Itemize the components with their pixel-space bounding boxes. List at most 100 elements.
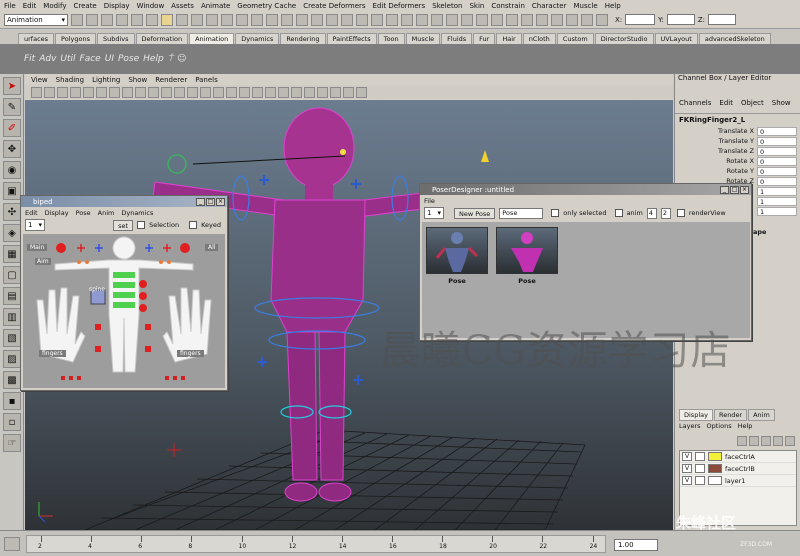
viewport-tool-icon[interactable]	[330, 86, 341, 98]
menu-display[interactable]: Display	[104, 2, 130, 10]
new-layer-icon[interactable]	[737, 436, 747, 446]
menu-window[interactable]: Window	[137, 2, 165, 10]
spine-label[interactable]: spine	[89, 286, 105, 293]
viewport-tool-icon[interactable]	[252, 86, 263, 98]
layer-row[interactable]: VfaceCtrlB	[680, 463, 796, 475]
menu-constrain[interactable]: Constrain	[491, 2, 525, 10]
layer-row[interactable]: Vlayer1	[680, 475, 796, 487]
select-component-icon[interactable]	[146, 13, 158, 26]
shelf-button-adv[interactable]: Adv	[39, 54, 56, 64]
menu-assets[interactable]: Assets	[171, 2, 194, 10]
tab-toon[interactable]: Toon	[377, 33, 405, 44]
snap-point-icon[interactable]	[296, 13, 308, 26]
viewport-tool-icon[interactable]	[148, 86, 159, 98]
menu-animate[interactable]: Animate	[201, 2, 230, 10]
biped-menu-anim[interactable]: Anim	[98, 209, 115, 217]
universal-manipulator-icon[interactable]: ✣	[3, 203, 21, 221]
layer-move-up-icon[interactable]	[761, 436, 771, 446]
tab-urfaces[interactable]: urfaces	[18, 33, 55, 44]
attribute-value[interactable]: 0	[757, 146, 797, 156]
soft-mod-icon[interactable]: ◈	[3, 224, 21, 242]
tab-rendering[interactable]: Rendering	[280, 33, 326, 44]
pose-thumbnail[interactable]	[426, 227, 488, 274]
tab-directorstudio[interactable]: DirectorStudio	[594, 33, 654, 44]
tab-advancedskeleton[interactable]: advancedSkeleton	[698, 33, 771, 44]
channel-menu-show[interactable]: Show	[772, 99, 791, 110]
channel-menu-object[interactable]: Object	[741, 99, 764, 110]
render-frame-icon[interactable]	[356, 13, 368, 26]
mask-curves-icon[interactable]	[176, 13, 188, 26]
face-icon[interactable]: ☺	[177, 54, 186, 64]
biped-title-bar[interactable]: biped _ □ ×	[21, 196, 227, 207]
mask-dynamics-icon[interactable]	[221, 13, 233, 26]
viewport-tool-icon[interactable]	[57, 86, 68, 98]
menu-help[interactable]: Help	[605, 2, 621, 10]
menu-muscle[interactable]: Muscle	[573, 2, 597, 10]
tab-deformation[interactable]: Deformation	[135, 33, 189, 44]
timeline-track[interactable]: 2 4 6 8 10 12 14 16 18 20 22 24	[26, 535, 606, 553]
viewport-tool-icon[interactable]	[213, 86, 224, 98]
viewport-tool-icon[interactable]	[304, 86, 315, 98]
shelf-button-face[interactable]: Face	[80, 54, 101, 64]
menu-modify[interactable]: Modify	[43, 2, 66, 10]
viewport-tool-icon[interactable]	[96, 86, 107, 98]
biped-menu-display[interactable]: Display	[45, 209, 69, 217]
maximize-icon[interactable]: □	[206, 197, 215, 206]
dope-sheet-icon[interactable]	[446, 13, 458, 26]
layer-menu-help[interactable]: Help	[738, 422, 753, 430]
paint-select-tool-icon[interactable]: ✐	[3, 119, 21, 137]
anim-step-input[interactable]: 2	[660, 207, 671, 219]
keyed-checkbox[interactable]	[189, 221, 198, 229]
main-label[interactable]: Main	[27, 244, 48, 251]
y-field[interactable]	[666, 14, 695, 25]
menu-file[interactable]: File	[4, 2, 16, 10]
minimize-icon[interactable]: _	[196, 197, 205, 206]
pose-name-input[interactable]: Pose	[499, 207, 544, 219]
viewport-tool-icon[interactable]	[161, 86, 172, 98]
viewport-menu-lighting[interactable]: Lighting	[92, 76, 120, 84]
viewport-tool-icon[interactable]	[44, 86, 55, 98]
pose-thumbnail[interactable]	[496, 227, 558, 274]
poser-number-select[interactable]: 1 ▾	[424, 207, 444, 219]
layer-color-swatch[interactable]	[708, 476, 722, 485]
viewport-menu-shading[interactable]: Shading	[56, 76, 84, 84]
shelf-button-util[interactable]: Util	[60, 54, 75, 64]
save-scene-icon[interactable]	[101, 13, 113, 26]
attribute-value[interactable]: 0	[757, 136, 797, 146]
snap-grid-icon[interactable]	[266, 13, 278, 26]
layer-delete-icon[interactable]	[785, 436, 795, 446]
hypershade-icon[interactable]	[401, 13, 413, 26]
new-pose-button[interactable]: New Pose	[454, 207, 496, 219]
layer-type-toggle[interactable]	[695, 464, 705, 473]
aim-target[interactable]	[340, 149, 346, 155]
viewport-menu-panels[interactable]: Panels	[195, 76, 218, 84]
magnet-icon[interactable]	[491, 13, 503, 26]
layout-graph-icon[interactable]: ▨	[3, 350, 21, 368]
history-icon[interactable]	[326, 13, 338, 26]
shelf-button-pose[interactable]: Pose	[118, 54, 139, 64]
tab-hair[interactable]: Hair	[496, 33, 522, 44]
new-layer-selected-icon[interactable]	[749, 436, 759, 446]
layout-script-icon[interactable]: ▪	[3, 392, 21, 410]
layer-type-toggle[interactable]	[695, 452, 705, 461]
menu-skin[interactable]: Skin	[469, 2, 484, 10]
mask-joints-icon[interactable]	[161, 13, 173, 26]
layer-visibility-toggle[interactable]: V	[682, 452, 692, 461]
menu-edit-deformers[interactable]: Edit Deformers	[373, 2, 426, 10]
poser-menu-file[interactable]: File	[424, 197, 435, 205]
layer-tab-render[interactable]: Render	[713, 409, 748, 421]
viewport-tool-icon[interactable]	[187, 86, 198, 98]
layer-move-down-icon[interactable]	[773, 436, 783, 446]
head-look-control[interactable]	[167, 154, 187, 174]
last-tool-icon[interactable]: ▢	[3, 266, 21, 284]
playback-options-icon[interactable]	[4, 537, 20, 551]
close-icon[interactable]: ×	[216, 197, 225, 206]
viewport-tool-icon[interactable]	[343, 86, 354, 98]
menu-create-deformers[interactable]: Create Deformers	[303, 2, 365, 10]
viewport-tool-icon[interactable]	[31, 86, 42, 98]
menu-skeleton[interactable]: Skeleton	[432, 2, 462, 10]
select-tool-icon[interactable]: ➤	[3, 77, 21, 95]
viewport-tool-icon[interactable]	[356, 86, 367, 98]
shelf-button-ui[interactable]: UI	[105, 54, 114, 64]
only-selected-checkbox[interactable]	[551, 209, 560, 217]
